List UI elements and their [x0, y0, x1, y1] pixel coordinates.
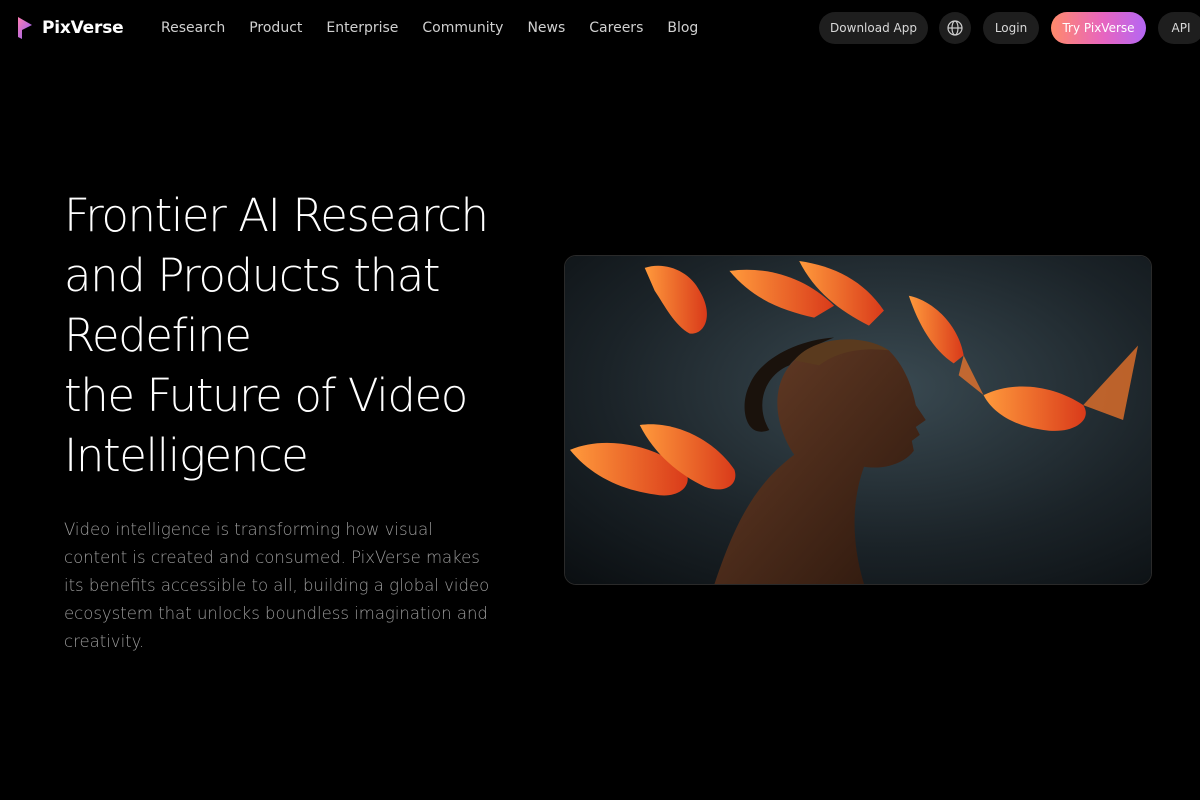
hero-description: Video intelligence is transforming how v…: [64, 520, 490, 651]
nav-item-blog[interactable]: Blog: [667, 18, 698, 38]
nav-item-news[interactable]: News: [527, 18, 565, 38]
pixverse-logo-icon: [18, 17, 32, 39]
login-button[interactable]: Login: [983, 12, 1039, 44]
nav-item-careers[interactable]: Careers: [589, 18, 643, 38]
download-app-button[interactable]: Download App: [819, 12, 928, 44]
nav-item-product[interactable]: Product: [249, 18, 302, 38]
hero-title-line: and Products that: [64, 249, 441, 302]
hero-image: [564, 255, 1152, 585]
hero-title-line: Frontier AI Research: [64, 189, 489, 242]
brand-name: PixVerse: [42, 18, 124, 38]
nav-item-community[interactable]: Community: [422, 18, 503, 38]
hero-artwork: [565, 256, 1151, 584]
nav-item-enterprise[interactable]: Enterprise: [326, 18, 398, 38]
globe-icon: [947, 20, 963, 36]
api-button[interactable]: API: [1158, 12, 1200, 44]
hero-title-line: Redefine: [64, 309, 252, 362]
language-button[interactable]: [939, 12, 971, 44]
top-navigation-bar: PixVerse Research Product Enterprise Com…: [0, 0, 1200, 56]
hero-title: Frontier AI Research and Products that R…: [64, 186, 524, 486]
try-pixverse-button[interactable]: Try PixVerse: [1051, 12, 1146, 44]
main-nav: Research Product Enterprise Community Ne…: [161, 18, 698, 38]
header-actions: Download App Login Try PixVerse API: [819, 12, 1200, 44]
brand-logo-link[interactable]: PixVerse: [16, 16, 124, 40]
hero-title-line: Intelligence: [64, 429, 309, 482]
hero-title-line: the Future of Video: [64, 369, 468, 422]
nav-item-research[interactable]: Research: [161, 18, 225, 38]
